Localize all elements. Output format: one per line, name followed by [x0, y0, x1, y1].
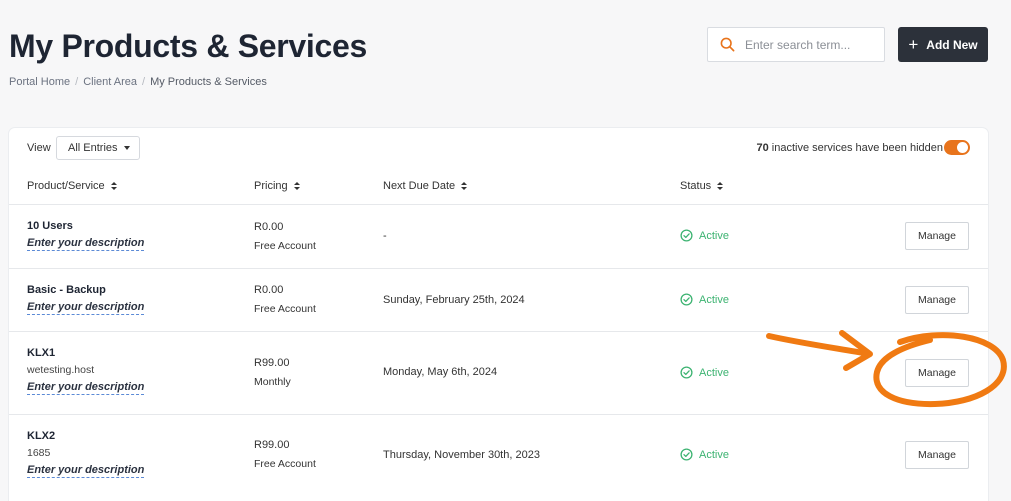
next-due-date: Sunday, February 25th, 2024 — [383, 294, 525, 306]
add-new-button[interactable]: + Add New — [898, 27, 988, 62]
breadcrumb-portal-home[interactable]: Portal Home — [9, 76, 70, 88]
manage-button[interactable]: Manage — [905, 286, 969, 314]
table-row[interactable]: 10 Users Enter your description R0.00 Fr… — [9, 204, 988, 268]
column-header-label: Status — [680, 180, 712, 192]
description-edit[interactable]: Enter your description — [27, 237, 145, 251]
breadcrumb-separator: / — [142, 76, 146, 88]
price: R99.00 — [254, 439, 290, 451]
inactive-text: inactive services have been hidden — [771, 142, 943, 154]
price: R0.00 — [254, 221, 284, 233]
status-text: Active — [699, 229, 729, 242]
next-due-date: Thursday, November 30th, 2023 — [383, 449, 540, 461]
status-text: Active — [699, 448, 729, 461]
next-due-date: - — [383, 230, 387, 242]
check-circle-icon — [680, 448, 693, 461]
sort-icon — [461, 182, 468, 190]
view-filter-value: All Entries — [68, 142, 118, 154]
billing-cycle: Free Account — [254, 240, 316, 252]
column-header-label: Product/Service — [27, 180, 105, 192]
manage-button[interactable]: Manage — [905, 222, 969, 250]
price: R0.00 — [254, 284, 284, 296]
plus-icon: + — [908, 35, 919, 54]
price: R99.00 — [254, 357, 290, 369]
description-edit[interactable]: Enter your description — [27, 464, 145, 478]
next-due-date: Monday, May 6th, 2024 — [383, 366, 498, 378]
status-badge: Active — [680, 448, 729, 461]
billing-cycle: Free Account — [254, 303, 316, 315]
column-header-due-date[interactable]: Next Due Date — [383, 180, 468, 192]
description-edit[interactable]: Enter your description — [27, 381, 145, 395]
column-header-label: Next Due Date — [383, 180, 456, 192]
product-name: Basic - Backup — [27, 284, 106, 296]
page-title: My Products & Services — [9, 28, 367, 64]
inactive-services-notice: 70 inactive services have been hidden — [756, 142, 943, 154]
table-row[interactable]: KLX2 1685 Enter your description R99.00 … — [9, 414, 988, 496]
product-name: KLX1 — [27, 347, 56, 359]
add-new-label: Add New — [926, 37, 978, 52]
status-text: Active — [699, 366, 729, 379]
breadcrumb-separator: / — [75, 76, 79, 88]
show-inactive-toggle[interactable] — [944, 140, 970, 155]
product-domain: wetesting.host — [27, 364, 95, 376]
view-filter-select[interactable]: All Entries — [56, 136, 140, 160]
column-header-label: Pricing — [254, 180, 288, 192]
status-badge: Active — [680, 366, 729, 379]
product-domain: 1685 — [27, 447, 51, 459]
check-circle-icon — [680, 293, 693, 306]
search-input[interactable] — [745, 37, 875, 52]
column-header-status[interactable]: Status — [680, 180, 724, 192]
product-name: KLX2 — [27, 430, 56, 442]
breadcrumb-client-area[interactable]: Client Area — [83, 76, 137, 88]
column-header-pricing[interactable]: Pricing — [254, 180, 300, 192]
sort-icon — [110, 182, 117, 190]
breadcrumb-current: My Products & Services — [150, 76, 267, 88]
caret-down-icon — [124, 146, 130, 150]
breadcrumb: Portal Home / Client Area / My Products … — [9, 76, 267, 88]
check-circle-icon — [680, 229, 693, 242]
search-icon — [720, 37, 735, 52]
toggle-knob — [957, 142, 968, 153]
manage-button[interactable]: Manage — [905, 441, 969, 469]
status-badge: Active — [680, 293, 729, 306]
view-label: View — [27, 142, 51, 154]
search-box[interactable] — [707, 27, 885, 62]
billing-cycle: Monthly — [254, 376, 291, 388]
table-row[interactable]: KLX1 wetesting.host Enter your descripti… — [9, 331, 988, 414]
inactive-count: 70 — [756, 142, 769, 154]
sort-icon — [293, 182, 300, 190]
manage-button[interactable]: Manage — [905, 359, 969, 387]
column-header-product[interactable]: Product/Service — [27, 180, 117, 192]
product-name: 10 Users — [27, 220, 73, 232]
description-edit[interactable]: Enter your description — [27, 301, 145, 315]
services-table-card: View All Entries 70 inactive services ha… — [9, 128, 988, 501]
status-text: Active — [699, 293, 729, 306]
table-row[interactable]: Basic - Backup Enter your description R0… — [9, 268, 988, 331]
billing-cycle: Free Account — [254, 458, 316, 470]
status-badge: Active — [680, 229, 729, 242]
sort-icon — [717, 182, 724, 190]
check-circle-icon — [680, 366, 693, 379]
